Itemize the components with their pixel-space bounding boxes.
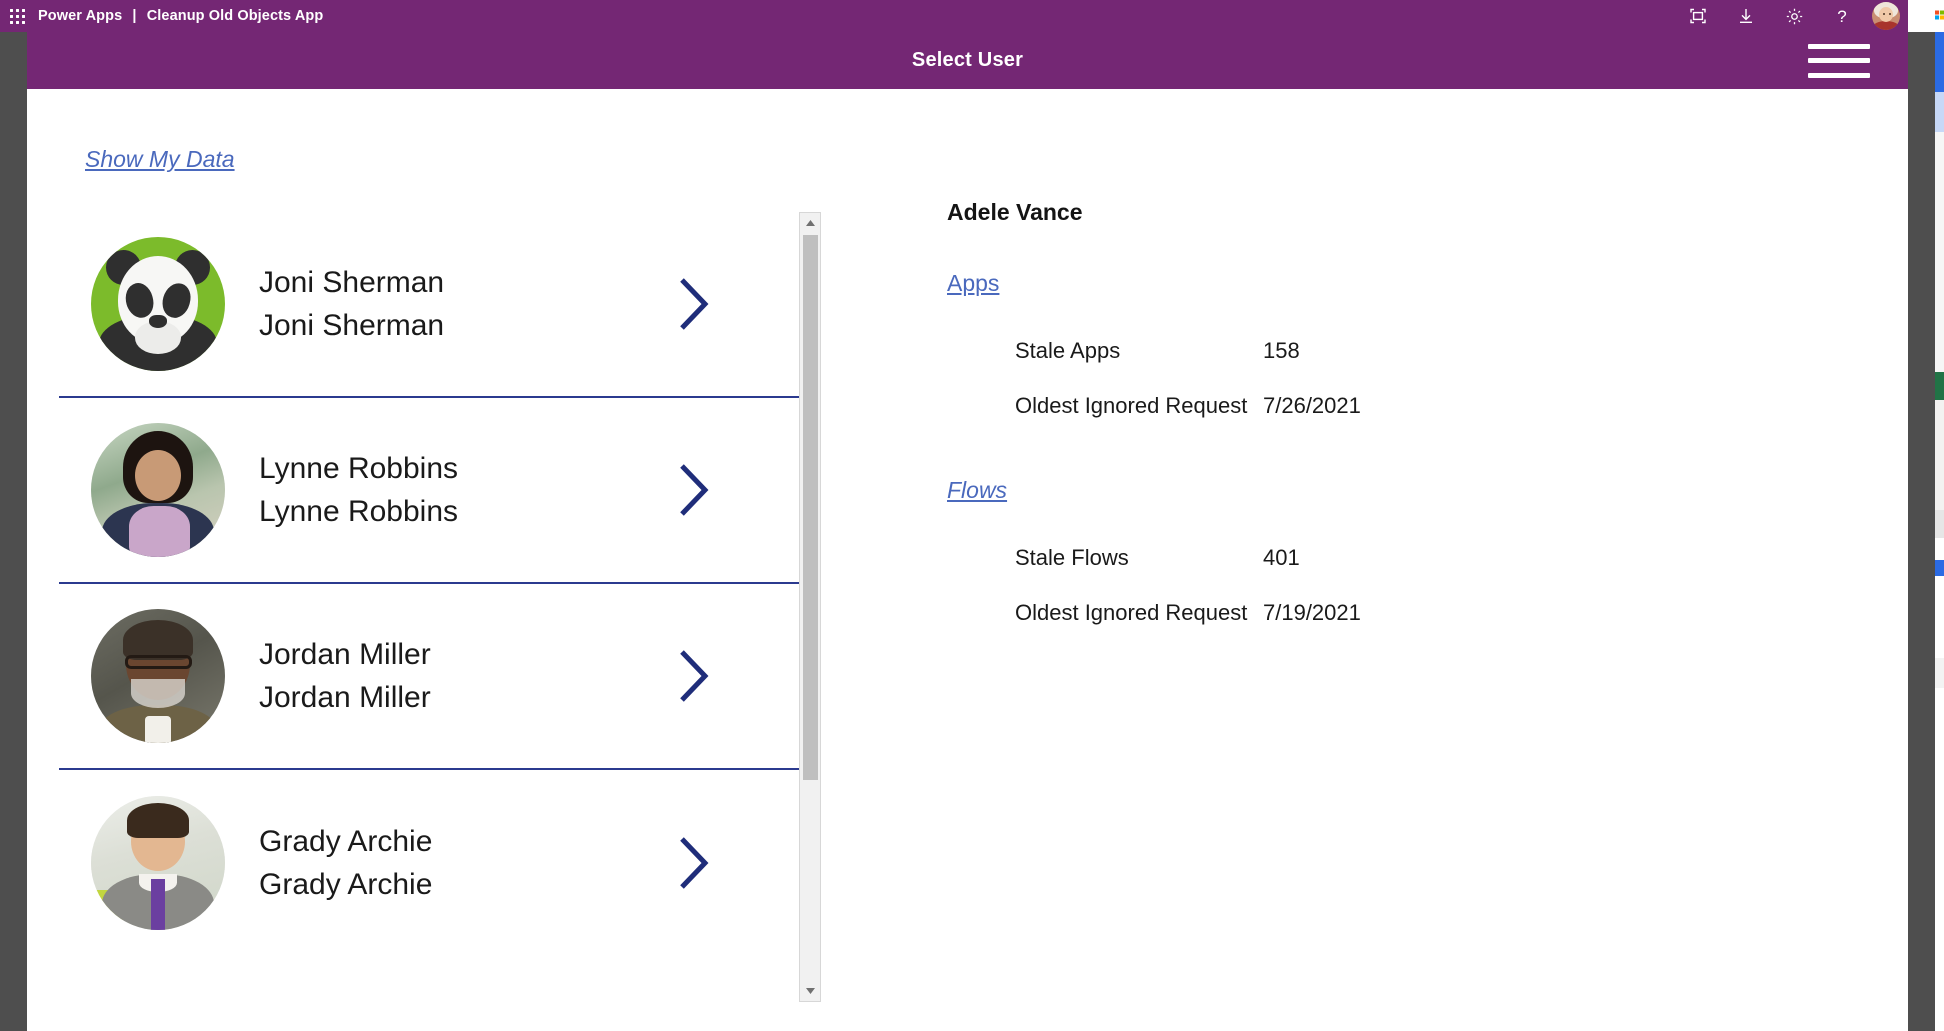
app-canvas: Show My Data Joni Sherman Joni Sherman xyxy=(27,89,1908,1031)
row-value: 401 xyxy=(1263,545,1300,571)
table-row: Oldest Ignored Request 7/26/2021 xyxy=(947,378,1847,433)
bgwin-statusbar xyxy=(1935,658,1944,688)
brand-app-name: Cleanup Old Objects App xyxy=(147,8,324,24)
brand-separator: | xyxy=(126,8,142,24)
brand-label: Power Apps | Cleanup Old Objects App xyxy=(38,8,323,24)
bgwin-subheader xyxy=(1935,92,1944,132)
apps-rows: Stale Apps 158 Oldest Ignored Request 7/… xyxy=(947,323,1847,433)
app-launcher-icon[interactable] xyxy=(0,0,34,32)
chevron-right-icon[interactable] xyxy=(677,276,711,332)
photo-avatar-grady xyxy=(91,796,225,930)
row-value: 7/19/2021 xyxy=(1263,600,1361,626)
user-secondary-name: Grady Archie xyxy=(259,869,432,901)
right-gutter xyxy=(1908,32,1935,1031)
list-item-labels: Lynne Robbins Lynne Robbins xyxy=(259,453,458,528)
user-primary-name: Jordan Miller xyxy=(259,639,431,671)
brand-product: Power Apps xyxy=(38,8,122,24)
bgwin-ribbon xyxy=(1935,400,1944,510)
download-icon[interactable] xyxy=(1722,0,1770,32)
bgwin-selected-row xyxy=(1935,560,1944,576)
bgwin-header-blue xyxy=(1935,32,1944,92)
left-gutter xyxy=(0,32,27,1031)
table-row: Stale Apps 158 xyxy=(947,323,1847,378)
list-item[interactable]: Lynne Robbins Lynne Robbins xyxy=(59,398,799,584)
row-label: Stale Apps xyxy=(1015,338,1263,364)
bgwin-content xyxy=(1935,132,1944,372)
svg-text:?: ? xyxy=(1837,7,1846,26)
app-header: Select User xyxy=(27,32,1908,89)
row-value: 7/26/2021 xyxy=(1263,393,1361,419)
user-gallery: Joni Sherman Joni Sherman xyxy=(59,212,799,1002)
list-item-labels: Grady Archie Grady Archie xyxy=(259,826,432,901)
details-section-apps: Apps Stale Apps 158 Oldest Ignored Reque… xyxy=(947,270,1847,433)
user-secondary-name: Jordan Miller xyxy=(259,682,431,714)
row-label: Oldest Ignored Request xyxy=(1015,600,1263,626)
fit-to-screen-icon[interactable] xyxy=(1674,0,1722,32)
user-primary-name: Lynne Robbins xyxy=(259,453,458,485)
row-label: Stale Flows xyxy=(1015,545,1263,571)
list-item[interactable]: Jordan Miller Jordan Miller xyxy=(59,584,799,770)
user-secondary-name: Joni Sherman xyxy=(259,310,444,342)
page-title: Select User xyxy=(912,49,1023,72)
gallery-scrollbar[interactable] xyxy=(799,212,821,1002)
table-row: Oldest Ignored Request 7/19/2021 xyxy=(947,585,1847,640)
show-my-data-link[interactable]: Show My Data xyxy=(85,146,235,173)
settings-gear-icon[interactable] xyxy=(1770,0,1818,32)
list-item[interactable]: Grady Archie Grady Archie xyxy=(59,770,799,956)
command-bar-actions: ? xyxy=(1674,0,1908,32)
list-item-labels: Joni Sherman Joni Sherman xyxy=(259,267,444,342)
selected-user-name: Adele Vance xyxy=(947,199,1847,226)
user-secondary-name: Lynne Robbins xyxy=(259,496,458,528)
power-apps-command-bar: Power Apps | Cleanup Old Objects App xyxy=(0,0,1908,32)
flows-link[interactable]: Flows xyxy=(947,477,1007,504)
bgwin-excel-titlebar xyxy=(1935,372,1944,400)
bgwin-empty-area xyxy=(1935,688,1944,1031)
row-value: 158 xyxy=(1263,338,1300,364)
user-primary-name: Grady Archie xyxy=(259,826,432,858)
user-primary-name: Joni Sherman xyxy=(259,267,444,299)
chevron-right-icon[interactable] xyxy=(677,462,711,518)
bgwin-formula-bar xyxy=(1935,510,1944,538)
scroll-up-arrow-icon[interactable] xyxy=(800,213,820,233)
panda-avatar xyxy=(91,237,225,371)
chevron-right-icon[interactable] xyxy=(677,835,711,891)
microsoft-logo-icon xyxy=(1935,4,1944,26)
photo-avatar-lynne xyxy=(91,423,225,557)
background-window-strip[interactable] xyxy=(1935,0,1944,1031)
help-question-icon[interactable]: ? xyxy=(1818,0,1866,32)
list-item[interactable]: Joni Sherman Joni Sherman xyxy=(59,212,799,398)
chevron-right-icon[interactable] xyxy=(677,648,711,704)
photo-avatar-jordan xyxy=(91,609,225,743)
scrollbar-thumb[interactable] xyxy=(803,235,818,780)
row-label: Oldest Ignored Request xyxy=(1015,393,1263,419)
user-details-panel: Adele Vance Apps Stale Apps 158 Oldest I… xyxy=(947,199,1847,640)
hamburger-menu-icon[interactable] xyxy=(1808,44,1870,78)
bgwin-grid xyxy=(1935,538,1944,658)
list-item-labels: Jordan Miller Jordan Miller xyxy=(259,639,431,714)
details-section-flows: Flows Stale Flows 401 Oldest Ignored Req… xyxy=(947,477,1847,640)
screen-root: Power Apps | Cleanup Old Objects App xyxy=(0,0,1944,1031)
table-row: Stale Flows 401 xyxy=(947,530,1847,585)
scroll-down-arrow-icon[interactable] xyxy=(800,981,820,1001)
apps-link[interactable]: Apps xyxy=(947,270,999,297)
flows-rows: Stale Flows 401 Oldest Ignored Request 7… xyxy=(947,530,1847,640)
avatar[interactable] xyxy=(1872,2,1900,30)
